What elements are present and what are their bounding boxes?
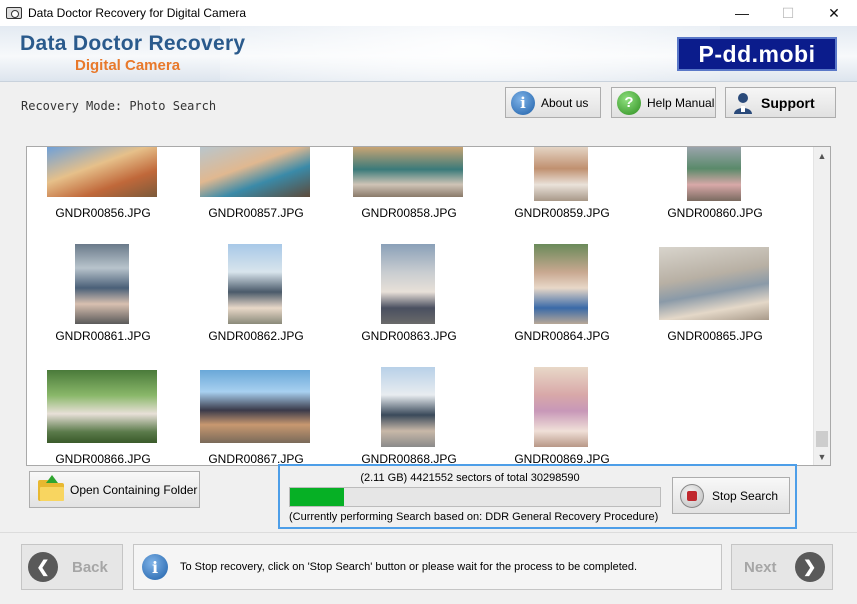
file-name-label: GNDR00864.JPG <box>514 329 610 343</box>
photo-grid[interactable]: GNDR00856.JPG GNDR00857.JPG GNDR00858.JP… <box>26 146 831 466</box>
photo-thumbnail[interactable] <box>47 147 157 197</box>
status-message: To Stop recovery, click on 'Stop Search'… <box>180 561 638 573</box>
progress-panel: (2.11 GB) 4421552 sectors of total 30298… <box>278 464 797 529</box>
photo-thumbnail[interactable] <box>534 367 588 447</box>
help-manual-label: Help Manual <box>647 95 715 110</box>
photo-thumbnail[interactable] <box>687 147 741 201</box>
file-name-label: GNDR00863.JPG <box>361 329 457 343</box>
info-icon: i <box>142 554 168 580</box>
about-us-button[interactable]: i About us <box>505 87 601 118</box>
camera-icon <box>6 7 22 19</box>
stop-search-button[interactable]: Stop Search <box>672 477 790 514</box>
help-icon: ? <box>617 90 641 115</box>
progress-bar <box>289 487 661 507</box>
brand-subtitle: Digital Camera <box>75 57 181 74</box>
file-name-label: GNDR00860.JPG <box>667 206 763 220</box>
support-label: Support <box>761 94 815 111</box>
arrow-right-icon: ❯ <box>794 552 825 582</box>
photo-thumbnail[interactable] <box>534 244 588 324</box>
photo-thumbnail[interactable] <box>75 244 129 324</box>
scroll-up-icon[interactable]: ▲ <box>814 147 830 164</box>
about-us-label: About us <box>541 95 589 110</box>
close-button[interactable]: ✕ <box>811 0 857 26</box>
arrow-left-icon: ❮ <box>28 552 58 582</box>
file-name-label: GNDR00859.JPG <box>514 206 610 220</box>
back-button[interactable]: ❮ Back <box>21 544 123 590</box>
photo-thumbnail[interactable] <box>353 147 463 197</box>
window-controls: — ☐ ✕ <box>719 0 857 26</box>
open-folder-button[interactable]: Open Containing Folder <box>29 471 200 508</box>
file-name-label: GNDR00861.JPG <box>55 329 151 343</box>
status-info-bar: i To Stop recovery, click on 'Stop Searc… <box>133 544 722 590</box>
scroll-down-icon[interactable]: ▼ <box>814 448 830 465</box>
photo-thumbnail[interactable] <box>228 244 282 324</box>
scroll-thumb[interactable] <box>816 431 828 447</box>
file-name-label: GNDR00866.JPG <box>55 452 151 466</box>
header-banner: Data Doctor Recovery Digital Camera P-dd… <box>0 26 857 82</box>
divider <box>0 532 857 533</box>
stop-icon <box>680 483 704 508</box>
photo-thumbnail[interactable] <box>659 247 769 320</box>
photo-thumbnail[interactable] <box>534 147 588 201</box>
maximize-button[interactable]: ☐ <box>765 0 811 26</box>
photo-thumbnail[interactable] <box>200 147 310 197</box>
site-logo: P-dd.mobi <box>677 37 837 71</box>
file-name-label: GNDR00857.JPG <box>208 206 304 220</box>
search-procedure-note: (Currently performing Search based on: D… <box>289 511 659 523</box>
minimize-button[interactable]: — <box>719 0 765 26</box>
file-name-label: GNDR00856.JPG <box>55 206 151 220</box>
mode-row: Recovery Mode: Photo Search i About us ?… <box>0 83 857 125</box>
brand-title: Data Doctor Recovery <box>20 32 246 55</box>
open-folder-label: Open Containing Folder <box>70 482 198 497</box>
photo-thumbnail[interactable] <box>47 370 157 443</box>
support-agent-icon <box>731 91 755 115</box>
file-name-label: GNDR00865.JPG <box>667 329 763 343</box>
sectors-progress-text: (2.11 GB) 4421552 sectors of total 30298… <box>360 472 580 484</box>
info-icon: i <box>511 90 535 115</box>
folder-icon <box>38 474 64 501</box>
photo-thumbnail[interactable] <box>200 370 310 443</box>
help-manual-button[interactable]: ? Help Manual <box>611 87 716 118</box>
file-name-label: GNDR00858.JPG <box>361 206 457 220</box>
back-label: Back <box>72 558 108 576</box>
progress-fill <box>290 488 344 506</box>
recovery-mode-label: Recovery Mode: Photo Search <box>21 99 217 113</box>
vertical-scrollbar[interactable]: ▲ ▼ <box>813 147 830 465</box>
support-button[interactable]: Support <box>725 87 836 118</box>
next-button[interactable]: Next ❯ <box>731 544 833 590</box>
photo-thumbnail[interactable] <box>381 367 435 447</box>
title-bar: Data Doctor Recovery for Digital Camera … <box>0 0 857 26</box>
stop-search-label: Stop Search <box>712 488 779 503</box>
file-name-label: GNDR00862.JPG <box>208 329 304 343</box>
photo-thumbnail[interactable] <box>381 244 435 324</box>
next-label: Next <box>744 558 777 576</box>
window-title: Data Doctor Recovery for Digital Camera <box>28 6 247 20</box>
